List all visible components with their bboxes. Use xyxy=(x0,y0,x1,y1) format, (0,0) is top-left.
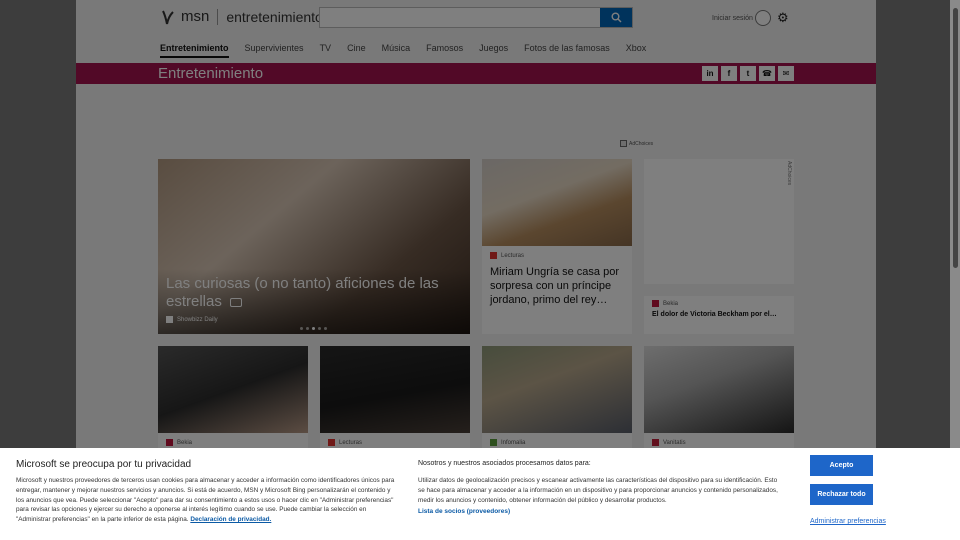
partners-title: Nosotros y nuestros asociados procesamos… xyxy=(418,460,591,467)
cookie-body: Microsoft y nuestros proveedores de terc… xyxy=(16,476,400,525)
manage-preferences-link[interactable]: Administrar preferencias xyxy=(810,518,886,525)
privacy-link[interactable]: Declaración de privacidad. xyxy=(190,516,271,523)
reject-all-button[interactable]: Rechazar todo xyxy=(810,484,873,505)
cookie-consent-banner: Microsoft se preocupa por tu privacidad … xyxy=(0,448,960,540)
scrollbar-thumb[interactable] xyxy=(953,8,958,268)
cookie-title: Microsoft se preocupa por tu privacidad xyxy=(16,459,192,470)
partners-body: Utilizar datos de geolocalización precis… xyxy=(418,477,778,504)
accept-button[interactable]: Acepto xyxy=(810,455,873,476)
partners-link[interactable]: Lista de socios (proveedores) xyxy=(418,508,510,515)
